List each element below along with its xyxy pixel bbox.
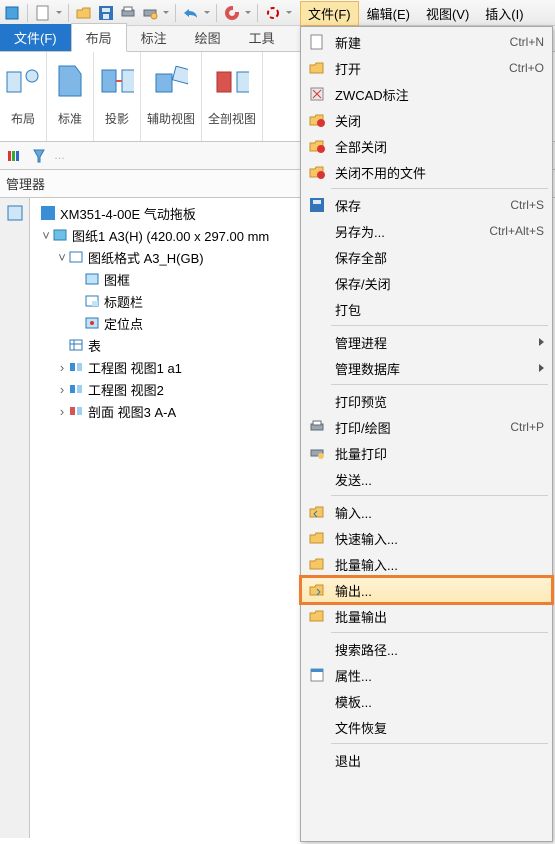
menu-item-exit[interactable]: 退出 xyxy=(301,747,552,773)
menu-item-batch-export[interactable]: 批量输出 xyxy=(301,603,552,629)
ribbon-group-projection: 投影 xyxy=(94,52,141,141)
menu-item-restore[interactable]: 文件恢复 xyxy=(301,714,552,740)
menu-item-batch-import[interactable]: 批量输入... xyxy=(301,551,552,577)
ribbon-group-section: 全剖视图 xyxy=(202,52,263,141)
print-dropdown[interactable] xyxy=(163,11,169,14)
menu-item-zwcad[interactable]: ZWCAD标注 xyxy=(301,81,552,107)
ribbon-group-layout-label: 布局 xyxy=(11,110,35,127)
menu-item-quick-import[interactable]: 快速输入... xyxy=(301,525,552,551)
full-section-icon[interactable] xyxy=(215,64,249,98)
menu-item-properties[interactable]: 属性... xyxy=(301,662,552,688)
menu-item-batch-print[interactable]: 批量打印 xyxy=(301,440,552,466)
menu-item-export[interactable]: 输出... xyxy=(301,577,552,603)
ribbon-group-aux: 辅助视图 xyxy=(141,52,202,141)
ribbon-group-projection-label: 投影 xyxy=(105,110,129,127)
save-icon[interactable] xyxy=(97,4,115,22)
menu-item-manage-db[interactable]: 管理数据库 xyxy=(301,355,552,381)
aux-view-icon[interactable] xyxy=(154,64,188,98)
menu-separator xyxy=(331,495,548,496)
ribbon-tab-layout[interactable]: 布局 xyxy=(71,23,127,52)
menu-item-open[interactable]: 打开Ctrl+O xyxy=(301,55,552,81)
menu-separator xyxy=(331,743,548,744)
rebuild-dropdown[interactable] xyxy=(286,11,292,14)
ribbon-tab-annotate[interactable]: 标注 xyxy=(127,24,181,51)
palette-icon[interactable] xyxy=(6,147,24,165)
menu-item-close[interactable]: 关闭 xyxy=(301,107,552,133)
menu-item-close-all[interactable]: 全部关闭 xyxy=(301,133,552,159)
ribbon-group-aux-label: 辅助视图 xyxy=(147,110,195,127)
filter-dots: … xyxy=(54,150,65,162)
menu-edit[interactable]: 编辑(E) xyxy=(359,1,418,26)
new-doc-icon[interactable] xyxy=(34,4,52,22)
ribbon-tab-tools[interactable]: 工具 xyxy=(235,24,289,51)
standard-icon[interactable] xyxy=(53,64,87,98)
menu-item-print-preview[interactable]: 打印预览 xyxy=(301,388,552,414)
menu-item-new[interactable]: 新建Ctrl+N xyxy=(301,29,552,55)
ribbon-tab-draw[interactable]: 绘图 xyxy=(181,24,235,51)
menu-item-save[interactable]: 保存Ctrl+S xyxy=(301,192,552,218)
print-icon[interactable] xyxy=(119,4,137,22)
tree-side-tabs xyxy=(0,198,30,838)
menu-separator xyxy=(331,384,548,385)
submenu-arrow-icon xyxy=(539,364,544,372)
menu-view[interactable]: 视图(V) xyxy=(418,1,477,26)
refresh-icon[interactable] xyxy=(223,4,241,22)
new-doc-dropdown[interactable] xyxy=(56,11,62,14)
menubar: 文件(F) 编辑(E) 视图(V) 插入(I) xyxy=(300,0,532,26)
ribbon-group-standard-label: 标准 xyxy=(58,110,82,127)
funnel-icon[interactable] xyxy=(30,147,48,165)
projection-icon[interactable] xyxy=(100,64,134,98)
open-icon[interactable] xyxy=(75,4,93,22)
undo-icon[interactable] xyxy=(182,4,200,22)
menu-item-template[interactable]: 模板... xyxy=(301,688,552,714)
menu-item-save-as[interactable]: 另存为...Ctrl+Alt+S xyxy=(301,218,552,244)
print-settings-icon[interactable] xyxy=(141,4,159,22)
menu-item-import[interactable]: 输入... xyxy=(301,499,552,525)
menu-separator xyxy=(331,188,548,189)
undo-dropdown[interactable] xyxy=(204,11,210,14)
menu-item-save-close[interactable]: 保存/关闭 xyxy=(301,270,552,296)
sheet-tab-icon[interactable] xyxy=(6,204,24,222)
menu-item-search-path[interactable]: 搜索路径... xyxy=(301,636,552,662)
refresh-dropdown[interactable] xyxy=(245,11,251,14)
menu-insert[interactable]: 插入(I) xyxy=(477,1,531,26)
app-icon xyxy=(3,4,21,22)
menu-item-print[interactable]: 打印/绘图Ctrl+P xyxy=(301,414,552,440)
menu-separator xyxy=(331,325,548,326)
ribbon-group-layout: 布局 xyxy=(0,52,47,141)
menu-item-manage-proc[interactable]: 管理进程 xyxy=(301,329,552,355)
menu-item-save-all[interactable]: 保存全部 xyxy=(301,244,552,270)
ribbon-tab-file[interactable]: 文件(F) xyxy=(0,24,71,51)
menu-separator xyxy=(331,632,548,633)
menu-item-close-unused[interactable]: 关闭不用的文件 xyxy=(301,159,552,185)
menu-item-send[interactable]: 发送... xyxy=(301,466,552,492)
submenu-arrow-icon xyxy=(539,338,544,346)
ribbon-group-section-label: 全剖视图 xyxy=(208,110,256,127)
layout-icon[interactable] xyxy=(6,64,40,98)
ribbon-group-standard: 标准 xyxy=(47,52,94,141)
file-menu: 新建Ctrl+N 打开Ctrl+O ZWCAD标注 关闭 全部关闭 关闭不用的文… xyxy=(300,26,553,842)
menu-file[interactable]: 文件(F) xyxy=(300,1,359,26)
menu-item-pack[interactable]: 打包 xyxy=(301,296,552,322)
rebuild-icon[interactable] xyxy=(264,4,282,22)
